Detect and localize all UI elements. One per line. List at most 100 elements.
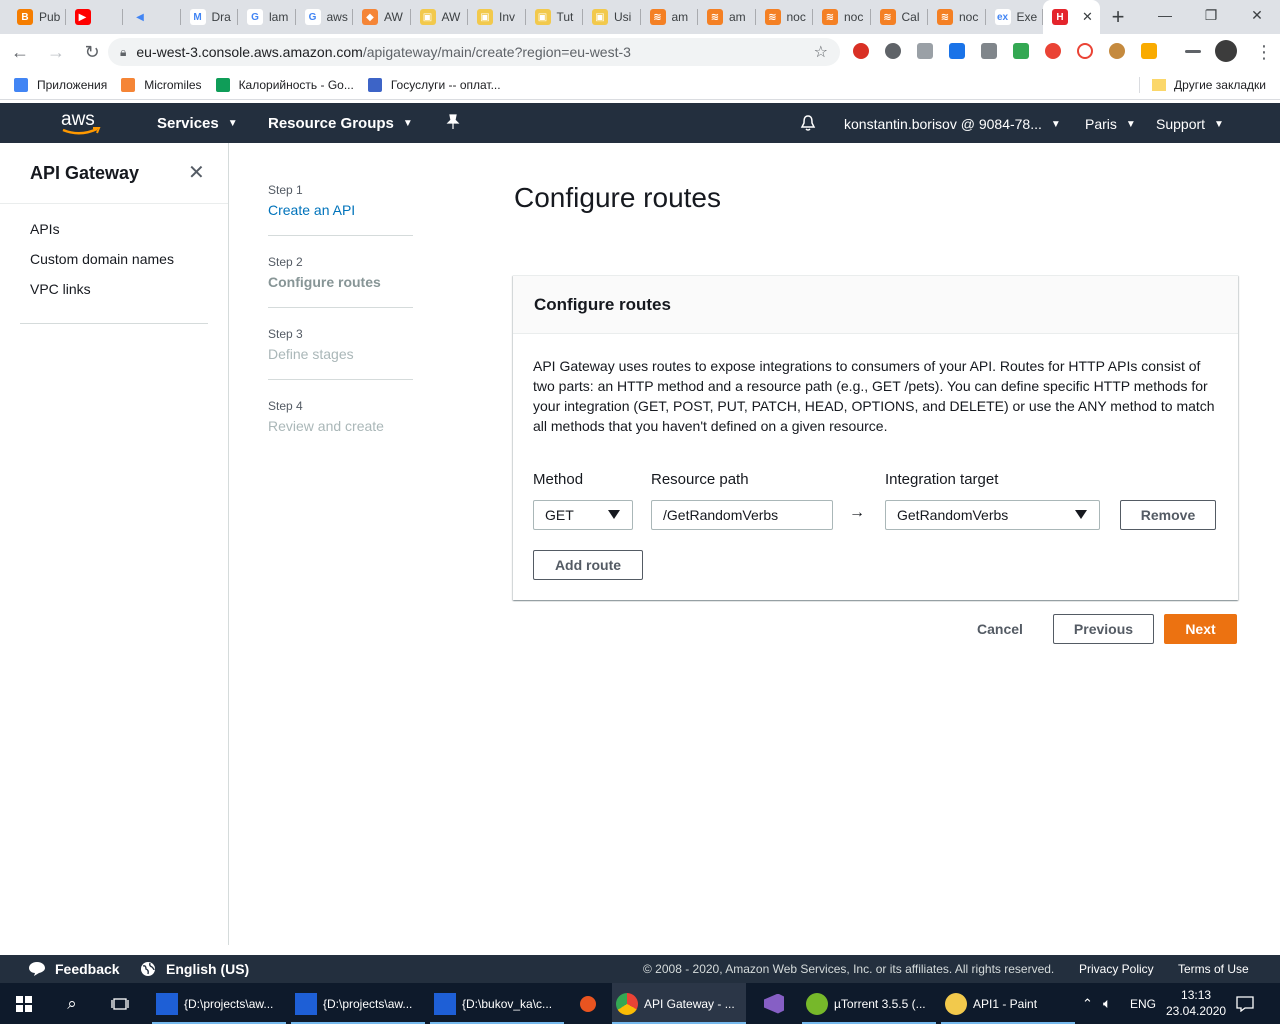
browser-tab[interactable]: M Dra [181, 0, 239, 34]
close-sidebar-icon[interactable]: ✕ [188, 160, 205, 185]
integration-target-select[interactable]: GetRandomVerbs [885, 500, 1100, 530]
browser-tab[interactable]: ▣ AW [411, 0, 469, 34]
forward-icon[interactable]: → [40, 36, 72, 68]
feedback-link[interactable]: Feedback [28, 961, 120, 977]
keyboard-language[interactable]: ENG [1130, 983, 1156, 1024]
account-label: konstantin.borisov @ 9084-78... [844, 116, 1042, 132]
browser-tab[interactable]: ▣ Usi [583, 0, 641, 34]
taskbar-visual-studio[interactable] [752, 983, 796, 1024]
resource-path-label: Resource path [651, 471, 749, 488]
search-icon[interactable]: ⌕ [48, 983, 96, 1024]
browser-tab[interactable]: ≋ am [641, 0, 699, 34]
start-button[interactable] [0, 983, 48, 1024]
next-button[interactable]: Next [1164, 614, 1237, 644]
tab-favicon-icon: G [247, 9, 263, 25]
browser-tab[interactable]: B Pub [8, 0, 66, 34]
browser-tab-active[interactable]: H ✕ [1043, 0, 1100, 34]
extension-search-icon[interactable] [1141, 43, 1157, 59]
close-window-icon[interactable]: ✕ [1234, 0, 1280, 30]
resource-groups-menu[interactable]: Resource Groups ▼ [268, 115, 413, 132]
remove-route-button[interactable]: Remove [1120, 500, 1216, 530]
adblock-icon[interactable] [853, 43, 869, 59]
browser-tab[interactable]: ≋ noc [756, 0, 814, 34]
browser-tab[interactable]: ◆ AW [353, 0, 411, 34]
cancel-button[interactable]: Cancel [964, 614, 1036, 644]
drive-icon[interactable] [917, 43, 933, 59]
address-bar[interactable]: 🔒︎ eu-west-3.console.aws.amazon.com/apig… [108, 38, 840, 66]
notifications-icon[interactable] [1236, 983, 1254, 1024]
clock[interactable]: 13:13 23.04.2020 [1166, 987, 1226, 1019]
browser-tab[interactable]: Gaws [296, 0, 354, 34]
terms-of-use-link[interactable]: Terms of Use [1178, 962, 1249, 976]
back-icon[interactable]: ← [4, 36, 36, 68]
cookie-icon[interactable] [1109, 43, 1125, 59]
minimize-icon[interactable]: — [1142, 0, 1188, 30]
add-route-button[interactable]: Add route [533, 550, 643, 580]
tab-label: am [671, 10, 689, 24]
bookmark-item[interactable]: Приложения [14, 77, 107, 92]
account-menu[interactable]: konstantin.borisov @ 9084-78... ▼ [844, 116, 1061, 132]
sidebar-item-custom-domain-names[interactable]: Custom domain names [30, 251, 174, 267]
new-tab-button[interactable]: + [1100, 0, 1136, 34]
step-create-api-link[interactable]: Create an API [268, 202, 414, 218]
aws-logo[interactable]: aws [60, 108, 102, 138]
browser-tab[interactable]: ▣ Tut [526, 0, 584, 34]
taskbar-app-far-manager-2[interactable]: {D:\projects\aw... [291, 983, 425, 1024]
cloud-icon[interactable] [1077, 43, 1093, 59]
reload-icon[interactable]: ↻ [76, 36, 108, 68]
resource-path-input[interactable]: /GetRandomVerbs [651, 500, 833, 530]
media-queue-icon[interactable] [1185, 50, 1201, 53]
acrobat-icon[interactable] [949, 43, 965, 59]
restore-icon[interactable]: ❐ [1188, 0, 1234, 30]
taskbar-app-far-manager-1[interactable]: {D:\projects\aw... [152, 983, 286, 1024]
sidebar-item-vpc-links[interactable]: VPC links [30, 281, 91, 297]
close-tab-icon[interactable]: ✕ [1082, 9, 1093, 25]
bookmark-item[interactable]: Micromiles [121, 77, 202, 92]
services-menu[interactable]: Services ▼ [157, 115, 238, 132]
bell-icon[interactable] [800, 114, 816, 132]
previous-button[interactable]: Previous [1053, 614, 1154, 644]
chevron-down-icon: ▼ [1050, 118, 1061, 130]
taskbar-app-far-manager-3[interactable]: {D:\bukov_ka\c... [430, 983, 564, 1024]
browser-tab[interactable]: ≋ noc [928, 0, 986, 34]
browser-tab[interactable]: ▶ [66, 0, 124, 34]
task-view-icon[interactable] [96, 983, 144, 1024]
region-menu[interactable]: Paris ▼ [1085, 116, 1136, 132]
bookmark-star-icon[interactable]: ☆ [814, 42, 828, 62]
support-menu[interactable]: Support ▼ [1156, 116, 1224, 132]
resource-path-value: /GetRandomVerbs [663, 507, 779, 523]
page-title: Configure routes [514, 182, 722, 213]
browser-tab[interactable]: ≋ noc [813, 0, 871, 34]
browser-tab[interactable]: ≋ am [698, 0, 756, 34]
browser-tab[interactable]: ex Exe [986, 0, 1044, 34]
extension-red-icon[interactable] [1045, 43, 1061, 59]
sidebar-item-apis[interactable]: APIs [30, 221, 60, 237]
privacy-policy-link[interactable]: Privacy Policy [1079, 962, 1154, 976]
other-bookmarks[interactable]: Другие закладки [1139, 76, 1266, 93]
bookmark-item[interactable]: Калорийность - Go... [215, 77, 354, 92]
extension-green-icon[interactable] [1013, 43, 1029, 59]
browser-tab[interactable]: ▣ Inv [468, 0, 526, 34]
taskbar-app-paint[interactable]: API1 - Paint [941, 983, 1075, 1024]
grammar-icon[interactable] [981, 43, 997, 59]
browser-tab[interactable]: ≋ Cal [871, 0, 929, 34]
language-selector[interactable]: English (US) [140, 961, 249, 977]
step-4: Step 4 Review and create [268, 399, 414, 434]
taskbar-ubuntu[interactable] [570, 983, 606, 1024]
taskbar-app-utorrent[interactable]: µTorrent 3.5.5 (... [802, 983, 936, 1024]
taskbar-app-chrome[interactable]: API Gateway - ... [612, 983, 746, 1024]
bookmarks-divider [1139, 76, 1141, 93]
tab-label: noc [786, 10, 806, 24]
profile-avatar[interactable] [1215, 40, 1237, 62]
volume-icon[interactable]: 🔈︎ [1103, 983, 1111, 1024]
tab-label: lam [269, 10, 289, 24]
bookmark-item[interactable]: Госуслуги -- оплат... [367, 77, 501, 92]
tray-overflow-icon[interactable]: ⌃ [1082, 983, 1093, 1024]
bookmark-icon [215, 77, 230, 92]
extension-film-icon[interactable] [885, 43, 901, 59]
pin-icon[interactable] [446, 114, 460, 130]
browser-tab[interactable]: ◀ [123, 0, 181, 34]
menu-icon[interactable]: ⋮ [1248, 36, 1280, 68]
method-select[interactable]: GET [533, 500, 633, 530]
browser-tab[interactable]: Glam [238, 0, 296, 34]
